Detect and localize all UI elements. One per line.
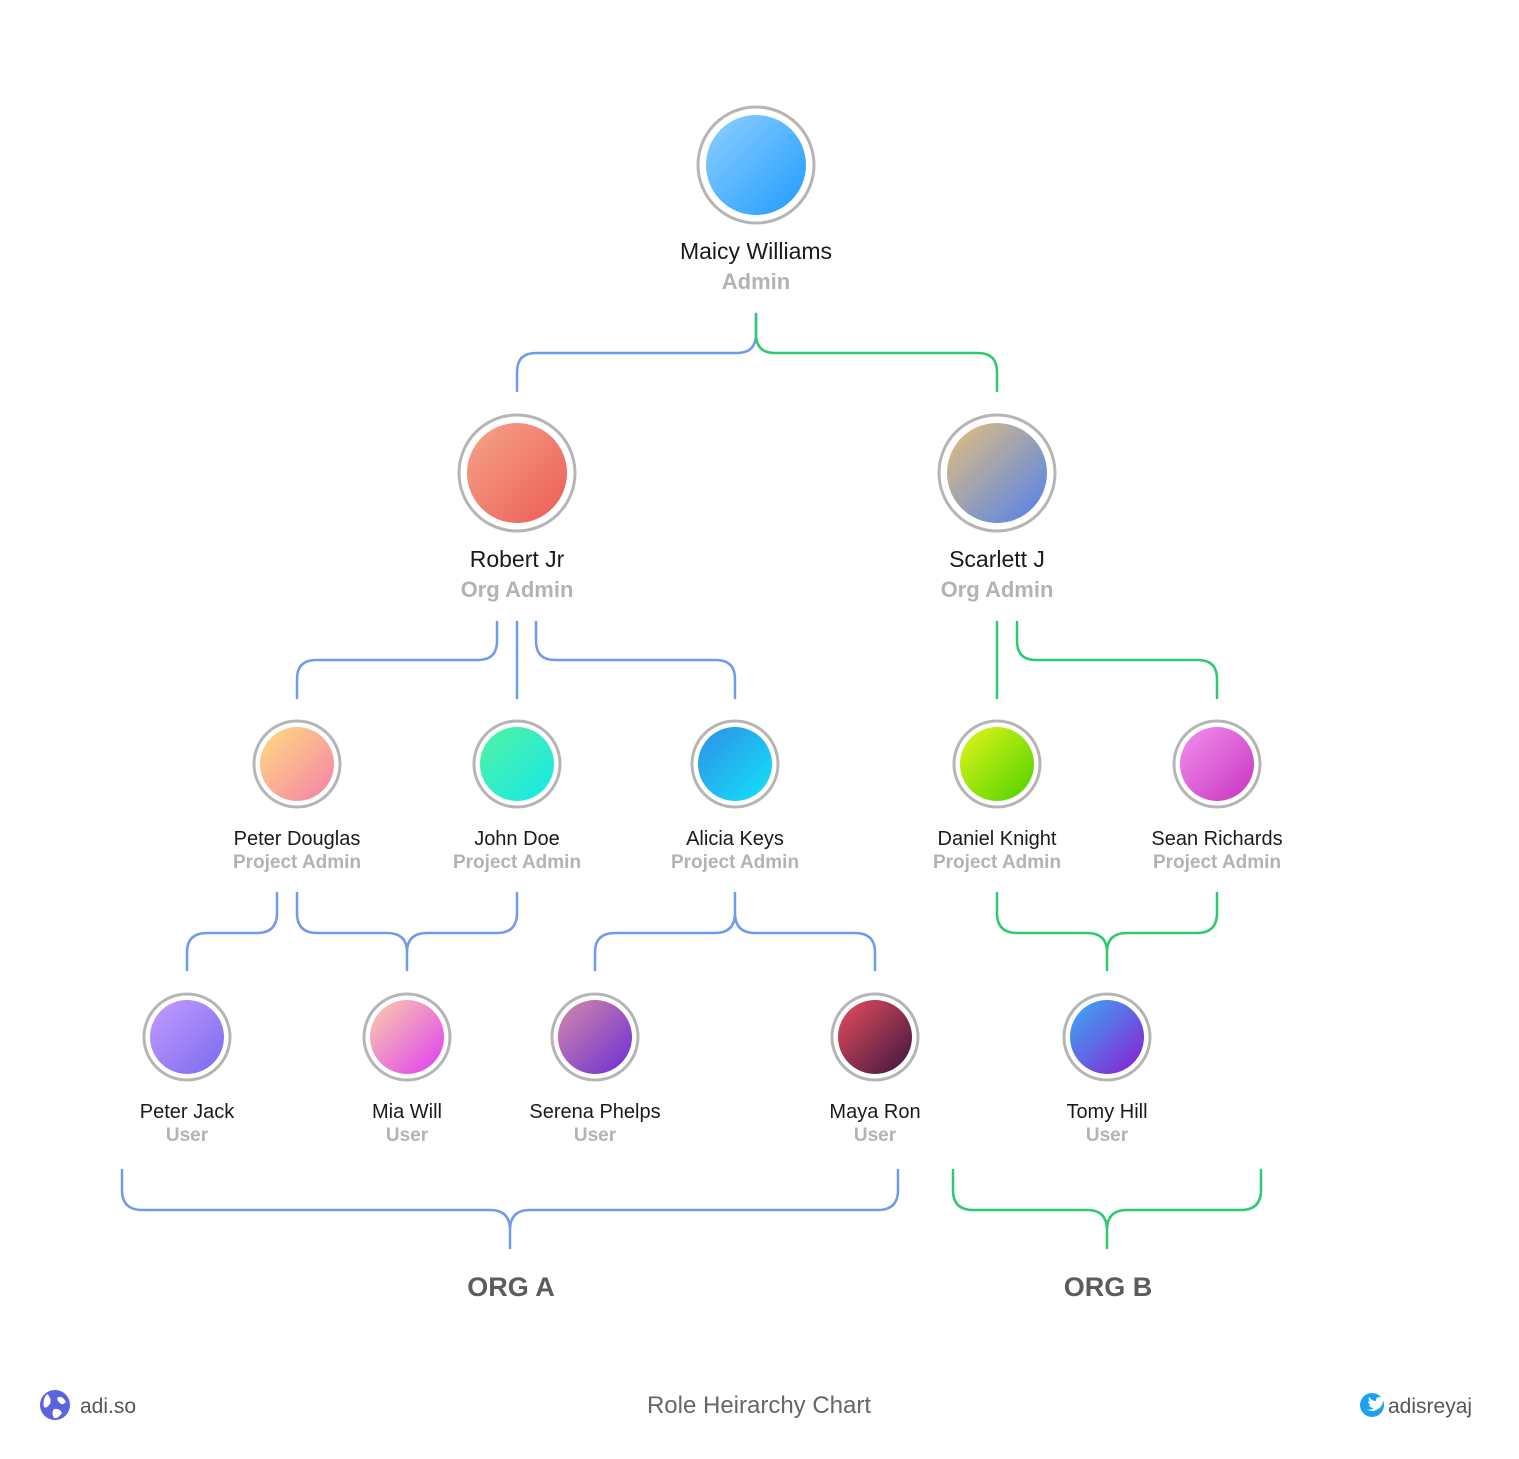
twitter-icon <box>1360 1393 1385 1417</box>
node-name: Robert Jr <box>470 546 565 572</box>
avatar <box>706 115 806 215</box>
avatar <box>480 727 554 801</box>
role-hierarchy-diagram: Maicy WilliamsAdminRobert JrOrg AdminSca… <box>40 105 1472 1420</box>
node-role: User <box>854 1125 897 1146</box>
twitter-handle-link[interactable]: adisreyaj <box>1360 1393 1472 1418</box>
avatar <box>370 1000 444 1074</box>
node-tomy[interactable]: Tomy HillUser <box>1062 992 1152 1146</box>
node-name: Serena Phelps <box>529 1101 660 1123</box>
chart-title: Role Heirarchy Chart <box>647 1392 871 1419</box>
node-role: Admin <box>722 269 790 294</box>
node-role: User <box>166 1125 209 1146</box>
node-role: Org Admin <box>461 577 574 602</box>
node-name: Mia Will <box>372 1101 442 1123</box>
node-role: User <box>574 1125 617 1146</box>
node-alicia[interactable]: Alicia KeysProject Admin <box>671 719 799 873</box>
avatar <box>467 423 567 523</box>
avatar <box>260 727 334 801</box>
node-role: User <box>1086 1125 1129 1146</box>
node-role: Org Admin <box>941 577 1054 602</box>
connector-alicia-serena-maya <box>593 891 877 972</box>
footer: adi.so Role Heirarchy Chart adisreyaj <box>40 1390 1472 1420</box>
node-sean[interactable]: Sean RichardsProject Admin <box>1151 719 1283 873</box>
connector-robert-alicia <box>534 620 737 700</box>
connector-peterd-peterj <box>185 891 279 972</box>
node-peterd[interactable]: Peter DouglasProject Admin <box>233 719 361 873</box>
node-name: Peter Douglas <box>234 828 361 850</box>
connector-peterd-john-mia <box>295 891 519 972</box>
node-name: Peter Jack <box>140 1101 235 1123</box>
connector-daniel-sean-tomy <box>995 891 1219 972</box>
globe-icon <box>40 1390 70 1420</box>
avatar <box>1070 1000 1144 1074</box>
avatar <box>960 727 1034 801</box>
website-link[interactable]: adi.so <box>40 1390 136 1420</box>
org-a-label: ORG A <box>467 1272 555 1302</box>
node-role: User <box>386 1125 429 1146</box>
node-serena[interactable]: Serena PhelpsUser <box>529 992 661 1146</box>
connector-maicy-scarlett <box>754 312 999 393</box>
node-role: Project Admin <box>453 852 581 873</box>
node-name: Daniel Knight <box>938 828 1057 850</box>
node-mia[interactable]: Mia WillUser <box>362 992 452 1146</box>
org-b-brace <box>951 1168 1263 1250</box>
node-name: Tomy Hill <box>1066 1101 1147 1123</box>
node-name: Sean Richards <box>1151 828 1282 850</box>
website-text: adi.so <box>80 1395 136 1418</box>
nodes-layer: Maicy WilliamsAdminRobert JrOrg AdminSca… <box>140 105 1283 1146</box>
avatar <box>558 1000 632 1074</box>
node-role: Project Admin <box>671 852 799 873</box>
node-john[interactable]: John DoeProject Admin <box>453 719 581 873</box>
org-a-brace <box>120 1168 900 1250</box>
connector-maicy-robert <box>515 312 758 393</box>
node-name: Alicia Keys <box>686 828 784 850</box>
connector-scarlett-sean <box>1015 620 1219 700</box>
avatar <box>150 1000 224 1074</box>
twitter-handle-text: adisreyaj <box>1388 1395 1472 1418</box>
node-maya[interactable]: Maya RonUser <box>829 992 921 1146</box>
node-maicy[interactable]: Maicy Williams Admin <box>680 105 832 294</box>
node-peterj[interactable]: Peter JackUser <box>140 992 235 1146</box>
org-b-label: ORG B <box>1064 1272 1153 1302</box>
node-role: Project Admin <box>933 852 1061 873</box>
avatar <box>947 423 1047 523</box>
node-name: Scarlett J <box>949 546 1045 572</box>
node-name: Maicy Williams <box>680 238 832 264</box>
avatar <box>698 727 772 801</box>
node-name: Maya Ron <box>829 1101 920 1123</box>
node-name: John Doe <box>474 828 560 850</box>
avatar <box>1180 727 1254 801</box>
node-daniel[interactable]: Daniel KnightProject Admin <box>933 719 1061 873</box>
node-role: Project Admin <box>1153 852 1281 873</box>
connector-robert-peterd <box>295 620 499 700</box>
node-scarlett[interactable]: Scarlett J Org Admin <box>937 413 1057 602</box>
node-role: Project Admin <box>233 852 361 873</box>
node-robert[interactable]: Robert Jr Org Admin <box>457 413 577 602</box>
avatar <box>838 1000 912 1074</box>
